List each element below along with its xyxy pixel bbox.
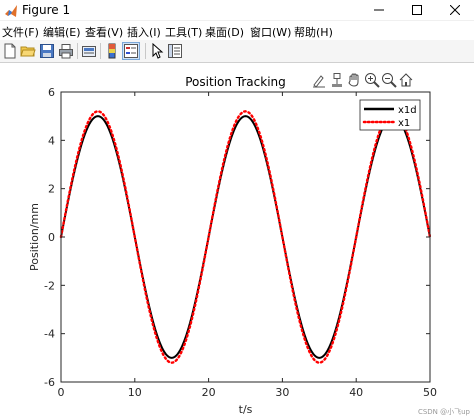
- menu-desktop[interactable]: 桌面(D): [205, 24, 244, 40]
- close-button[interactable]: [436, 0, 474, 20]
- minimize-button[interactable]: [360, 0, 398, 20]
- maximize-button[interactable]: [398, 0, 436, 20]
- plot-axes[interactable]: 0 10 20 30 40 506420-2-4-6 Position Tracking …: [0, 63, 474, 420]
- plot-area: [61, 92, 430, 382]
- menu-help[interactable]: 帮助(H): [294, 24, 333, 40]
- toolbar-separator: [145, 43, 146, 59]
- x-tick-label: 30: [275, 386, 289, 399]
- open-folder-icon[interactable]: [20, 43, 36, 59]
- link-icon[interactable]: [81, 43, 97, 59]
- save-icon[interactable]: [39, 43, 55, 59]
- title-bar: Figure 1: [0, 0, 474, 20]
- x-tick-label: 10: [128, 386, 142, 399]
- menu-tools[interactable]: 工具(T): [165, 24, 202, 40]
- y-tick-label: 6: [48, 86, 55, 99]
- x-tick-label: 50: [423, 386, 437, 399]
- pointer-icon[interactable]: [149, 42, 165, 59]
- colorbar-icon[interactable]: [104, 43, 120, 59]
- figure-toolbar: [0, 40, 474, 63]
- y-axis-label: Position/mm: [28, 203, 41, 271]
- x-tick-label: 20: [202, 386, 216, 399]
- legend[interactable]: x1d x1: [359, 99, 421, 131]
- y-tick-label: 4: [48, 134, 55, 147]
- x-tick-label: 40: [349, 386, 363, 399]
- y-tick-label: 0: [48, 231, 55, 244]
- watermark-text: CSDN @小飞up: [418, 407, 471, 416]
- window-title: Figure 1: [22, 3, 71, 17]
- y-tick-label: -6: [44, 376, 55, 389]
- legend-label-x1d: x1d: [398, 105, 417, 116]
- new-figure-icon[interactable]: [2, 43, 18, 59]
- legend-icon[interactable]: [122, 42, 140, 60]
- print-icon[interactable]: [58, 43, 74, 59]
- legend-label-x1: x1: [398, 118, 410, 129]
- chart-title: Position Tracking: [185, 75, 286, 89]
- x-tick-label: 0: [58, 386, 65, 399]
- menu-window[interactable]: 窗口(W): [250, 24, 291, 40]
- menu-bar: 文件(F) 编辑(E) 查看(V) 插入(I) 工具(T) 桌面(D) 窗口(W…: [0, 21, 474, 40]
- y-tick-label: -2: [44, 279, 55, 292]
- y-tick-label: 2: [48, 183, 55, 196]
- toolbar-separator: [77, 43, 78, 59]
- menu-file[interactable]: 文件(F): [2, 24, 39, 40]
- y-tick-label: -4: [44, 328, 55, 341]
- menu-view[interactable]: 查看(V): [85, 24, 123, 40]
- property-inspector-icon[interactable]: [167, 43, 183, 59]
- matlab-icon: [4, 3, 18, 22]
- menu-edit[interactable]: 编辑(E): [43, 24, 81, 40]
- toolbar-separator: [100, 43, 101, 59]
- menu-insert[interactable]: 插入(I): [127, 24, 161, 40]
- x-axis-label: t/s: [239, 403, 253, 416]
